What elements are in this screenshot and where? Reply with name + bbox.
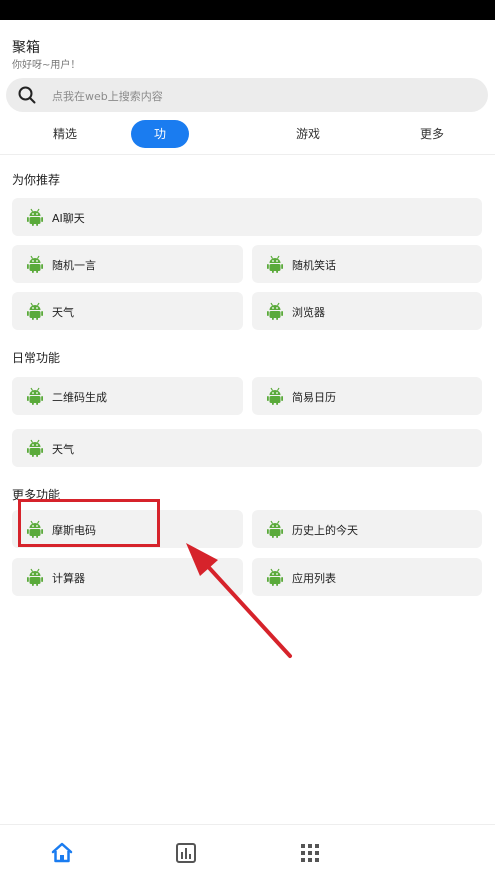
card-random-quote[interactable]: 随机一言: [12, 245, 243, 283]
grid-icon[interactable]: [296, 839, 324, 867]
android-icon: [266, 520, 284, 538]
tab-more[interactable]: 更多: [402, 120, 462, 148]
annotation-highlight-box: [18, 499, 160, 547]
bottom-nav: [0, 824, 495, 880]
card-label: 简易日历: [292, 391, 336, 404]
search-icon: [18, 86, 36, 104]
home-icon[interactable]: [48, 839, 76, 867]
card-weather[interactable]: 天气: [12, 292, 243, 330]
card-app-list[interactable]: 应用列表: [252, 558, 482, 596]
card-today-in-history[interactable]: 历史上的今天: [252, 510, 482, 548]
android-icon: [266, 387, 284, 405]
card-label: 浏览器: [292, 306, 325, 319]
tab-functions[interactable]: 功: [131, 120, 189, 148]
card-label: 计算器: [52, 572, 85, 585]
card-ai-chat[interactable]: AI聊天: [12, 198, 482, 236]
card-label: 天气: [52, 306, 74, 319]
app-title: 聚箱: [12, 40, 40, 56]
card-browser[interactable]: 浏览器: [252, 292, 482, 330]
android-icon: [26, 255, 44, 273]
tabs-divider: [0, 154, 495, 155]
card-label: 天气: [52, 443, 74, 456]
android-icon: [26, 439, 44, 457]
section-title-daily: 日常功能: [12, 351, 61, 365]
android-icon: [266, 302, 284, 320]
category-tabs: 精选 功 游戏 更多: [0, 120, 495, 148]
card-weather-daily[interactable]: 天气: [12, 429, 482, 467]
android-icon: [266, 568, 284, 586]
search-placeholder: 点我在web上搜索内容: [52, 90, 163, 103]
section-title-recommend: 为你推荐: [12, 173, 61, 187]
card-label: 应用列表: [292, 572, 336, 585]
card-label: 历史上的今天: [292, 524, 358, 537]
android-icon: [266, 255, 284, 273]
card-label: 二维码生成: [52, 391, 107, 404]
android-icon: [26, 387, 44, 405]
card-simple-calendar[interactable]: 简易日历: [252, 377, 482, 415]
android-icon: [26, 568, 44, 586]
card-calculator[interactable]: 计算器: [12, 558, 243, 596]
android-icon: [26, 302, 44, 320]
android-icon: [26, 208, 44, 226]
card-random-joke[interactable]: 随机笑话: [252, 245, 482, 283]
card-label: 随机笑话: [292, 259, 336, 272]
tab-featured[interactable]: 精选: [35, 120, 95, 148]
status-bar: [0, 0, 495, 20]
card-label: AI聊天: [52, 212, 85, 225]
tab-games[interactable]: 游戏: [278, 120, 338, 148]
search-bar[interactable]: 点我在web上搜索内容: [6, 78, 488, 112]
chart-icon[interactable]: [172, 839, 200, 867]
card-qr-generator[interactable]: 二维码生成: [12, 377, 243, 415]
app-subtitle: 你好呀~用户！: [12, 60, 81, 71]
card-label: 随机一言: [52, 259, 96, 272]
